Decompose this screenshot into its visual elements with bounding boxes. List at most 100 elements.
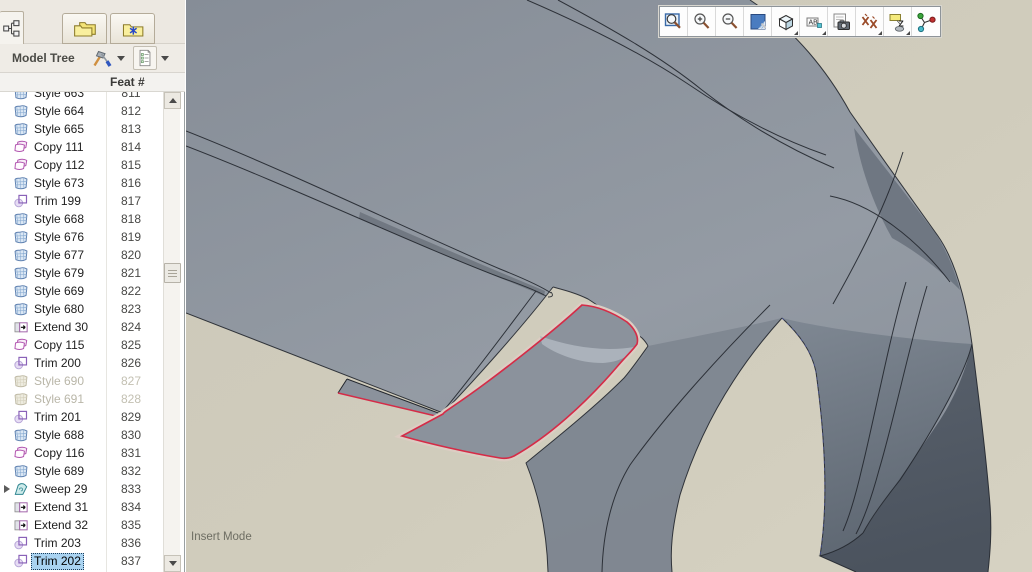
tree-row[interactable]: Copy 112 815 xyxy=(0,156,163,174)
feature-label[interactable]: Style 691 xyxy=(31,392,87,407)
feature-label[interactable]: Style 677 xyxy=(31,248,87,263)
tree-row[interactable]: Style 665 813 xyxy=(0,120,163,138)
display-style-button[interactable] xyxy=(772,7,800,36)
feature-label[interactable]: Style 668 xyxy=(31,212,87,227)
row-expander[interactable] xyxy=(0,228,14,246)
saved-views-button[interactable] xyxy=(828,7,856,36)
tree-row[interactable]: Trim 201 829 xyxy=(0,408,163,426)
row-expander[interactable] xyxy=(0,192,14,210)
zoom-in-button[interactable] xyxy=(688,7,716,36)
feature-label[interactable]: Trim 202 xyxy=(31,552,84,570)
zoom-refit-button[interactable] xyxy=(660,7,688,36)
feature-label[interactable]: Copy 116 xyxy=(31,446,87,461)
feature-label[interactable]: Copy 115 xyxy=(31,338,87,353)
tree-row[interactable]: Copy 116 831 xyxy=(0,444,163,462)
tree-row[interactable]: Style 691 828 xyxy=(0,390,163,408)
dropdown-corner-icon[interactable] xyxy=(794,31,798,35)
feature-label[interactable]: Style 679 xyxy=(31,266,87,281)
feature-label[interactable]: Trim 203 xyxy=(31,536,84,551)
scrollbar-thumb[interactable] xyxy=(164,263,181,283)
feature-label[interactable]: Sweep 29 xyxy=(31,482,90,497)
columns-dropdown-caret[interactable] xyxy=(160,55,169,61)
dropdown-corner-icon[interactable] xyxy=(906,31,910,35)
row-expander[interactable] xyxy=(0,174,14,192)
tree-row[interactable]: Style 668 818 xyxy=(0,210,163,228)
scroll-up-button[interactable] xyxy=(164,92,181,109)
tree-row[interactable]: Style 680 823 xyxy=(0,300,163,318)
model-tree-list[interactable]: Style 663 811 Style 664 812 Style 665 81… xyxy=(0,73,163,572)
row-expander[interactable] xyxy=(0,462,14,480)
feature-label[interactable]: Extend 30 xyxy=(31,320,91,335)
scroll-down-button[interactable] xyxy=(164,555,181,572)
tree-row[interactable]: Extend 30 824 xyxy=(0,318,163,336)
datum-off-button[interactable] xyxy=(856,7,884,36)
tree-row[interactable]: Extend 32 835 xyxy=(0,516,163,534)
3d-viewport[interactable]: Insert Mode xyxy=(186,0,1032,572)
row-expander[interactable] xyxy=(0,534,14,552)
row-expander[interactable] xyxy=(0,120,14,138)
row-expander[interactable] xyxy=(0,102,14,120)
row-expander[interactable] xyxy=(0,246,14,264)
tree-row[interactable]: Style 677 820 xyxy=(0,246,163,264)
tree-row[interactable]: Style 669 822 xyxy=(0,282,163,300)
feature-label[interactable]: Copy 112 xyxy=(31,158,87,173)
row-expander[interactable] xyxy=(0,336,14,354)
tree-scrollbar[interactable] xyxy=(163,92,181,572)
row-expander[interactable] xyxy=(0,498,14,516)
tree-row[interactable]: Trim 200 826 xyxy=(0,354,163,372)
feature-label[interactable]: Style 664 xyxy=(31,104,87,119)
feature-label[interactable]: Trim 199 xyxy=(31,194,84,209)
feature-label[interactable]: Trim 201 xyxy=(31,410,84,425)
tree-row[interactable]: Trim 202 837 xyxy=(0,552,163,570)
row-expander[interactable] xyxy=(0,282,14,300)
tab-model-tree[interactable] xyxy=(0,11,24,44)
feature-label[interactable]: Style 669 xyxy=(31,284,87,299)
tree-settings-button[interactable] xyxy=(89,46,113,70)
repaint-button[interactable] xyxy=(744,7,772,36)
dropdown-corner-icon[interactable] xyxy=(822,31,826,35)
tree-columns-button[interactable] xyxy=(132,46,157,70)
row-expander[interactable] xyxy=(0,426,14,444)
row-expander[interactable] xyxy=(0,480,14,498)
tree-row[interactable]: Style 679 821 xyxy=(0,264,163,282)
feature-label[interactable]: Style 690 xyxy=(31,374,87,389)
row-expander[interactable] xyxy=(0,372,14,390)
tree-row[interactable]: Extend 31 834 xyxy=(0,498,163,516)
tab-folder-browser[interactable] xyxy=(62,13,107,44)
feature-label[interactable]: Copy 111 xyxy=(31,140,87,155)
feature-label[interactable]: Extend 31 xyxy=(31,500,91,515)
tree-row[interactable]: Style 664 812 xyxy=(0,102,163,120)
tree-row[interactable]: Style 676 819 xyxy=(0,228,163,246)
feature-label[interactable]: Style 689 xyxy=(31,464,87,479)
tree-row[interactable]: Style 689 832 xyxy=(0,462,163,480)
feature-label[interactable]: Style 673 xyxy=(31,176,87,191)
feature-label[interactable]: Style 680 xyxy=(31,302,87,317)
tree-row[interactable]: Sweep 29 833 xyxy=(0,480,163,498)
feature-label[interactable]: Extend 32 xyxy=(31,518,91,533)
spin-center-button[interactable] xyxy=(912,7,940,36)
tree-row[interactable]: Style 688 830 xyxy=(0,426,163,444)
feature-label[interactable]: Style 688 xyxy=(31,428,87,443)
dropdown-corner-icon[interactable] xyxy=(878,31,882,35)
row-expander[interactable] xyxy=(0,300,14,318)
row-expander[interactable] xyxy=(0,552,14,570)
row-expander[interactable] xyxy=(0,444,14,462)
row-expander[interactable] xyxy=(0,138,14,156)
settings-dropdown-caret[interactable] xyxy=(116,55,125,61)
row-expander[interactable] xyxy=(0,210,14,228)
row-expander[interactable] xyxy=(0,390,14,408)
tree-row[interactable]: Style 673 816 xyxy=(0,174,163,192)
feature-label[interactable]: Style 665 xyxy=(31,122,87,137)
row-expander[interactable] xyxy=(0,516,14,534)
row-expander[interactable] xyxy=(0,156,14,174)
feature-label[interactable]: Style 676 xyxy=(31,230,87,245)
tree-row[interactable]: Copy 111 814 xyxy=(0,138,163,156)
row-expander[interactable] xyxy=(0,264,14,282)
tree-row[interactable]: Style 690 827 xyxy=(0,372,163,390)
datum-display-button[interactable] xyxy=(800,7,828,36)
row-expander[interactable] xyxy=(0,354,14,372)
annotation-button[interactable] xyxy=(884,7,912,36)
feature-label[interactable]: Trim 200 xyxy=(31,356,84,371)
3d-model-view[interactable] xyxy=(186,0,1032,572)
zoom-out-button[interactable] xyxy=(716,7,744,36)
